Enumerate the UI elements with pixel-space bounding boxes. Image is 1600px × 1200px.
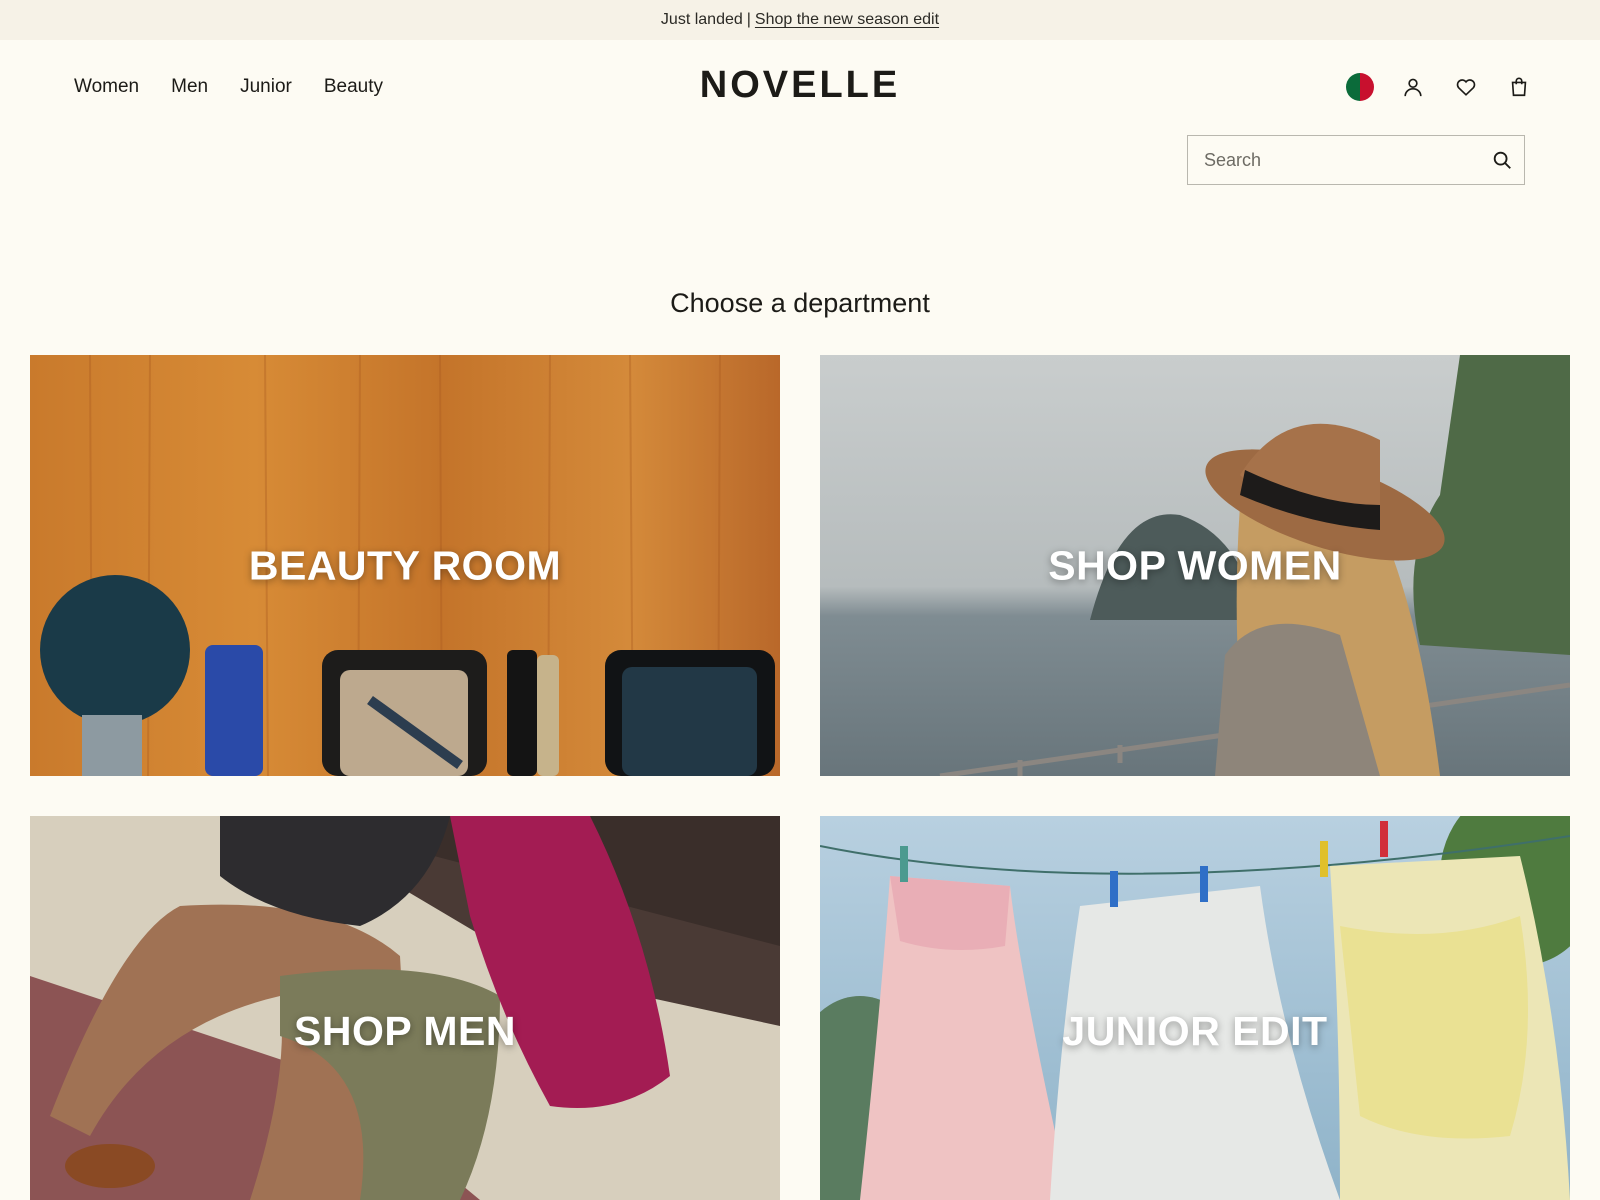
account-icon[interactable] xyxy=(1398,72,1428,102)
search-icon[interactable] xyxy=(1480,136,1524,184)
header-actions xyxy=(1322,72,1534,102)
search-box xyxy=(1187,135,1525,185)
tile-label-junior: JUNIOR EDIT xyxy=(1062,1008,1328,1054)
department-tile-beauty[interactable]: BEAUTY ROOM xyxy=(30,355,780,776)
announcement-separator: | xyxy=(746,11,751,28)
tile-label-men: SHOP MEN xyxy=(294,1008,516,1054)
nav-item-junior[interactable]: Junior xyxy=(240,74,292,100)
search-input[interactable] xyxy=(1188,136,1480,184)
brand-logo[interactable]: NOVELLE xyxy=(700,64,900,106)
nav-item-men[interactable]: Men xyxy=(171,74,208,100)
wishlist-heart-icon[interactable] xyxy=(1451,72,1481,102)
department-tile-women[interactable]: SHOP WOMEN xyxy=(820,355,1570,776)
department-tile-men[interactable]: SHOP MEN xyxy=(30,816,780,1200)
tile-label-women: SHOP WOMEN xyxy=(1048,542,1342,588)
main-nav: Women Men Junior Beauty xyxy=(74,74,415,100)
shopping-bag-icon[interactable] xyxy=(1504,72,1534,102)
announcement-bar: Just landed | Shop the new season edit xyxy=(0,0,1600,40)
tile-label-beauty: BEAUTY ROOM xyxy=(248,542,562,588)
department-tile-junior[interactable]: JUNIOR EDIT xyxy=(820,816,1570,1200)
page-heading: Choose a department xyxy=(670,288,930,318)
flag-icon[interactable] xyxy=(1345,72,1375,102)
announcement-text: Just landed xyxy=(660,11,743,28)
nav-item-women[interactable]: Women xyxy=(74,74,139,100)
announcement-link[interactable]: Shop the new season edit xyxy=(755,11,939,29)
nav-item-beauty[interactable]: Beauty xyxy=(324,74,383,100)
